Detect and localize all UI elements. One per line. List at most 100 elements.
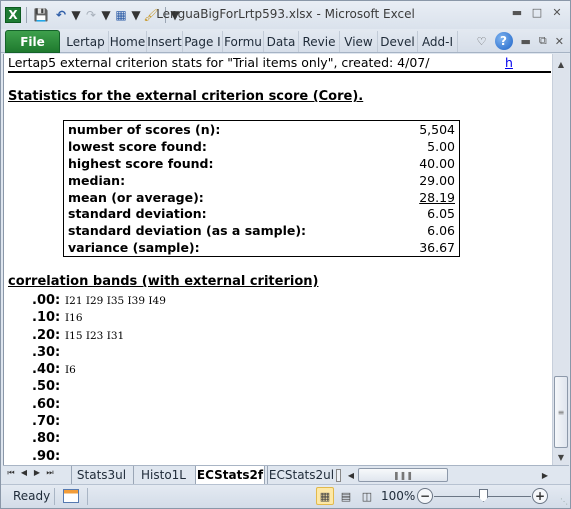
zoom-out-icon[interactable]: − xyxy=(417,488,433,504)
stat-value: 40.00 xyxy=(419,155,455,171)
sheet-tab-ecstats2ul[interactable]: ECStats2ul xyxy=(267,466,335,484)
last-sheet-icon[interactable]: ⏭ xyxy=(46,468,54,478)
status-bar: Ready ▦ ▤ ◫ 100% − + ⋱ xyxy=(1,484,570,508)
sheet-tabs-bar: ⏮ ◀ ▶ ⏭ Stats3ul Histo1L ECStats2f ECSta… xyxy=(3,465,569,484)
vertical-scrollbar[interactable]: ▲ ≡ ▼ xyxy=(552,54,569,465)
band-label: .30: xyxy=(32,344,61,360)
correlation-bands: .00: I21 I29 I35 I39 I49 .10: I16 .20: I15 … xyxy=(32,292,166,465)
title-bar: X 💾 ↶ ▼ ↷ ▼ ▦ ▼ 🖌 ▼ LenguaBigForLrtp593.… xyxy=(1,1,570,29)
ribbon-tabs: File Lertap Home Insert Page I Formu Dat… xyxy=(1,29,570,53)
sheet-nav-buttons: ⏮ ◀ ▶ ⏭ xyxy=(7,468,54,478)
stats-heading: Statistics for the external criterion sc… xyxy=(8,89,364,104)
tab-home[interactable]: Home xyxy=(109,31,147,52)
tab-formulas[interactable]: Formu xyxy=(223,31,264,52)
band-row: .20: I15 I23 I31 xyxy=(32,327,166,344)
band-label: .50: xyxy=(32,379,61,395)
scroll-right-icon[interactable]: ▶ xyxy=(538,467,552,483)
prev-sheet-icon[interactable]: ◀ xyxy=(20,468,28,478)
page-layout-view-icon[interactable]: ▤ xyxy=(337,487,355,505)
horizontal-scrollbar[interactable]: ◀ ❚❚❚ ▶ xyxy=(344,467,552,483)
stat-row: number of scores (n): 5,504 xyxy=(68,122,455,139)
band-row: .60: xyxy=(32,396,166,413)
tab-add-ins[interactable]: Add-I xyxy=(418,31,458,52)
scroll-up-icon[interactable]: ▲ xyxy=(553,56,569,72)
tab-lertap[interactable]: Lertap xyxy=(63,31,109,52)
normal-view-icon[interactable]: ▦ xyxy=(316,487,334,505)
stat-row: standard deviation: 6.05 xyxy=(68,206,455,223)
band-label: .80: xyxy=(32,431,61,447)
close-icon[interactable]: ✕ xyxy=(550,5,564,19)
stat-label: median: xyxy=(68,172,126,188)
scroll-left-icon[interactable]: ◀ xyxy=(344,467,358,483)
hyperlink-cell[interactable]: h xyxy=(505,55,513,70)
tab-insert[interactable]: Insert xyxy=(147,31,183,52)
tab-review[interactable]: Revie xyxy=(299,31,340,52)
minimize-ribbon-icon[interactable]: ♡ xyxy=(477,35,487,48)
stat-value: 5,504 xyxy=(419,122,455,137)
tab-page-layout[interactable]: Page I xyxy=(183,31,223,52)
band-label: .70: xyxy=(32,414,61,430)
status-text: Ready xyxy=(13,489,51,503)
help-icon[interactable]: ? xyxy=(494,32,513,50)
sheet-tab-stats3ul[interactable]: Stats3ul xyxy=(71,466,131,484)
stat-value: 6.05 xyxy=(427,206,455,222)
restore-icon[interactable]: □ xyxy=(530,5,544,19)
tab-developer[interactable]: Devel xyxy=(378,31,418,52)
band-row: .70: xyxy=(32,413,166,430)
band-label: .20: xyxy=(32,327,61,343)
stat-row: variance (sample): 36.67 xyxy=(68,240,455,257)
stat-value: 28.19 xyxy=(419,189,455,205)
band-row: .90: xyxy=(32,448,166,465)
band-label: .90: xyxy=(32,448,61,464)
zoom-slider-thumb[interactable] xyxy=(479,489,488,502)
horizontal-scroll-thumb[interactable]: ❚❚❚ xyxy=(358,468,448,482)
separator xyxy=(87,488,88,505)
report-title-row: Lertap5 external criterion stats for "Tr… xyxy=(8,55,551,73)
band-items: I6 xyxy=(65,364,76,377)
band-label: .10: xyxy=(32,310,61,326)
window-title: LenguaBigForLrtp593.xlsx - Microsoft Exc… xyxy=(156,7,415,21)
worksheet[interactable]: Lertap5 external criterion stats for "Tr… xyxy=(3,54,552,465)
separator xyxy=(54,488,55,505)
sheet-tab-histo1l[interactable]: Histo1L xyxy=(133,466,193,484)
stat-value: 29.00 xyxy=(419,172,455,188)
minimize-icon[interactable]: ▬ xyxy=(510,5,524,19)
band-label: .60: xyxy=(32,396,61,412)
ribbon-controls: ♡ ? ▬ ⧉ ✕ xyxy=(477,32,564,50)
stat-label: standard deviation: xyxy=(68,206,207,222)
tab-split-handle[interactable] xyxy=(336,469,341,482)
first-sheet-icon[interactable]: ⏮ xyxy=(7,468,15,478)
view-buttons: ▦ ▤ ◫ xyxy=(316,487,376,505)
tab-view[interactable]: View xyxy=(340,31,378,52)
band-row: .00: I21 I29 I35 I39 I49 xyxy=(32,292,166,309)
stat-label: number of scores (n): xyxy=(68,122,221,137)
band-items: I15 I23 I31 xyxy=(65,329,125,342)
zoom-level[interactable]: 100% xyxy=(381,489,415,503)
stat-label: mean (or average): xyxy=(68,189,204,205)
band-items: I21 I29 I35 I39 I49 xyxy=(65,295,166,307)
stat-label: lowest score found: xyxy=(68,138,207,154)
next-sheet-icon[interactable]: ▶ xyxy=(33,468,41,478)
sheet-tab-ecstats2f[interactable]: ECStats2f xyxy=(195,466,265,484)
report-title: Lertap5 external criterion stats for "Tr… xyxy=(8,55,430,70)
excel-window: X 💾 ↶ ▼ ↷ ▼ ▦ ▼ 🖌 ▼ LenguaBigForLrtp593.… xyxy=(0,0,571,509)
stat-row: standard deviation (as a sample): 6.06 xyxy=(68,223,455,240)
page-break-view-icon[interactable]: ◫ xyxy=(358,487,376,505)
band-label: .00: xyxy=(32,293,61,308)
zoom-in-icon[interactable]: + xyxy=(532,488,548,504)
stat-row: highest score found: 40.00 xyxy=(68,156,455,173)
stat-value: 6.06 xyxy=(427,223,455,239)
stat-row: lowest score found: 5.00 xyxy=(68,139,455,156)
stat-label: highest score found: xyxy=(68,155,214,171)
workbook-restore-icon[interactable]: ⧉ xyxy=(539,34,547,48)
workbook-minimize-icon[interactable]: ▬ xyxy=(521,35,531,48)
record-macro-icon[interactable] xyxy=(63,489,79,503)
tab-data[interactable]: Data xyxy=(264,31,299,52)
workbook-close-icon[interactable]: ✕ xyxy=(555,35,564,48)
band-label: .40: xyxy=(32,362,61,378)
scroll-down-icon[interactable]: ▼ xyxy=(553,449,569,465)
file-tab[interactable]: File xyxy=(5,30,60,53)
resize-grip-icon[interactable]: ⋱ xyxy=(560,497,568,506)
vertical-scroll-thumb[interactable]: ≡ xyxy=(554,376,568,448)
correlation-heading: correlation bands (with external criteri… xyxy=(8,274,319,289)
